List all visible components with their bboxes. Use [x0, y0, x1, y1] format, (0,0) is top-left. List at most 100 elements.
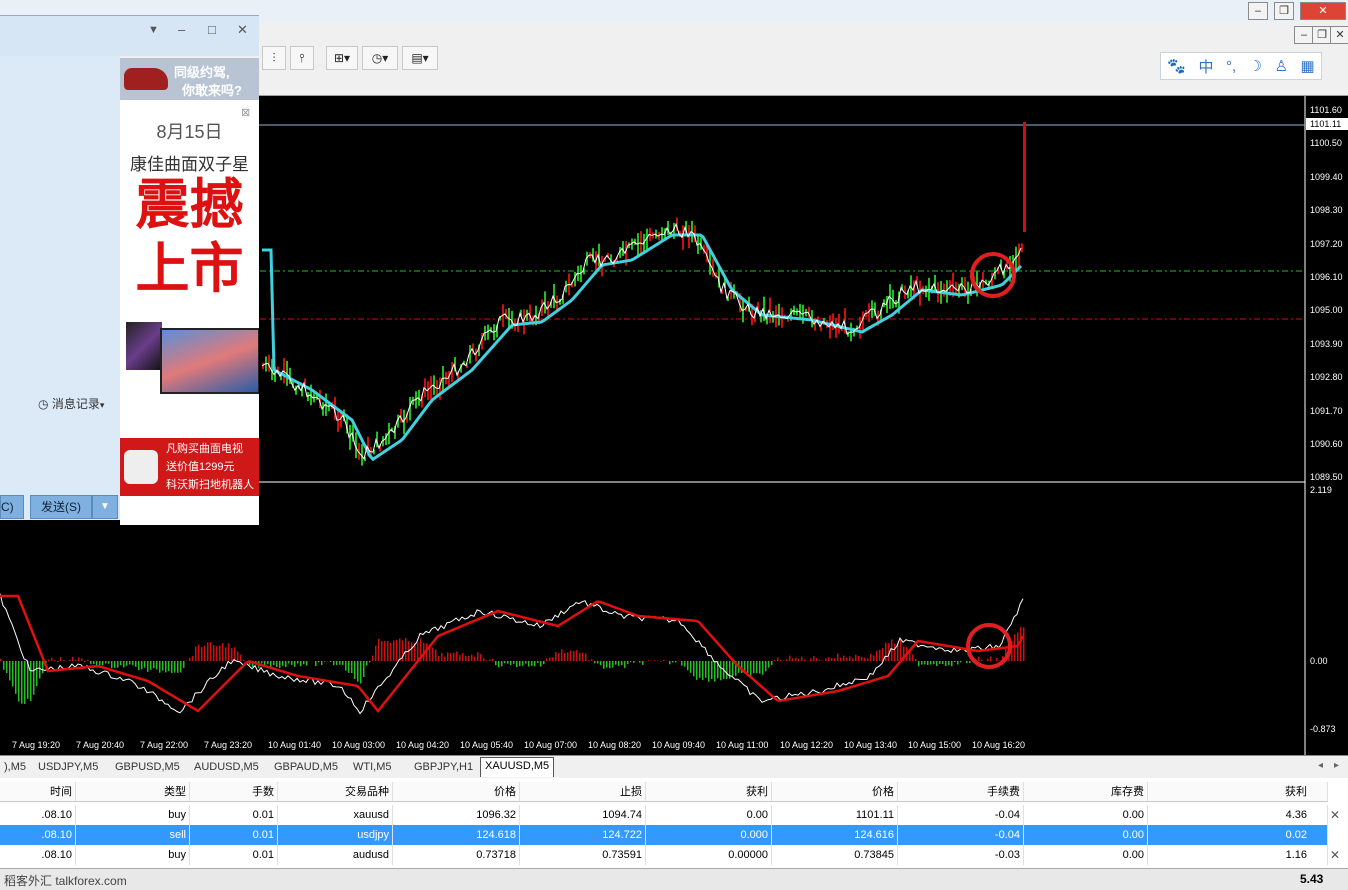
histogram-bar — [711, 661, 713, 679]
paw-icon[interactable]: 🐾 — [1167, 57, 1186, 75]
price-tick-label: 1099.40 — [1310, 172, 1343, 182]
chart-tab[interactable]: GBPUSD,M5 — [111, 759, 184, 775]
table-cell: .08.10 16:17:15 — [0, 805, 76, 825]
advertisement-panel[interactable]: 同级约驾, 你敢来吗? ⊠ 8月15日 康佳曲面双子星 震撼 上市 凡购买曲面电… — [120, 58, 259, 525]
histogram-bar — [6, 661, 8, 673]
histogram-bar — [162, 661, 164, 671]
table-cell: 4.36 — [1148, 805, 1328, 825]
chart-tab[interactable]: AUDUSD,M5 — [190, 759, 263, 775]
histogram-bar — [801, 657, 803, 661]
time-tick-label: 10 Aug 08:20 — [588, 740, 641, 750]
histogram-bar — [870, 654, 872, 661]
chart-bar-icon[interactable]: ⫶ — [262, 46, 286, 70]
histogram-bar — [543, 661, 545, 664]
send-options-button[interactable]: ▼ — [92, 495, 118, 519]
histogram-bar — [288, 661, 290, 664]
histogram-bar — [432, 648, 434, 661]
close-order-icon[interactable]: ✕ — [1330, 848, 1340, 862]
histogram-bar — [996, 658, 998, 661]
table-cell: .08.10 16:58:35 — [0, 845, 76, 865]
chart-close-icon[interactable]: ✕ — [1330, 26, 1348, 44]
table-row[interactable]: .08.10 16:57:59sell0.01usdjpy124.618124.… — [0, 825, 1348, 845]
message-history-link[interactable]: ◷ 消息记录▾ — [38, 395, 104, 412]
chart-tab[interactable]: WTI,M5 — [349, 759, 396, 775]
user-icon[interactable]: ♙ — [1275, 57, 1288, 75]
add-indicator-icon[interactable]: ⊞▾ — [326, 46, 358, 70]
histogram-bar — [519, 661, 521, 666]
table-cell: 1.16 — [1148, 845, 1328, 865]
chevron-down-icon[interactable]: ▼ — [148, 24, 159, 36]
histogram-bar — [732, 661, 734, 676]
histogram-bar — [492, 659, 494, 661]
histogram-bar — [135, 661, 137, 667]
template-icon[interactable]: ▤▾ — [402, 46, 438, 70]
car-ad-banner[interactable]: 同级约驾, 你敢来吗? — [120, 58, 259, 100]
chart-tab[interactable]: XAUUSD,M5 — [480, 757, 554, 777]
histogram-bar — [102, 661, 104, 665]
histogram-bar — [852, 658, 854, 661]
close-icon[interactable]: ✕ — [237, 22, 248, 38]
minimize-icon[interactable]: – — [178, 22, 185, 37]
chart-tab[interactable]: GBPJPY,H1 — [410, 759, 477, 775]
period-clock-icon[interactable]: ◷▾ — [362, 46, 398, 70]
moon-icon[interactable]: ☽ — [1249, 57, 1262, 75]
close-chat-button[interactable]: C) — [0, 495, 24, 519]
tab-scroll-left-icon[interactable]: ◂ — [1318, 760, 1323, 771]
histogram-bar — [597, 661, 599, 664]
histogram-bar — [243, 660, 245, 661]
grid-icon[interactable]: ▦ — [1301, 57, 1315, 75]
histogram-bar — [1023, 627, 1025, 661]
send-button[interactable]: 发送(S) — [30, 495, 92, 519]
histogram-bar — [939, 661, 941, 664]
tab-scroll-right-icon[interactable]: ▸ — [1334, 760, 1339, 771]
minimize-icon[interactable]: ‒ — [1248, 2, 1268, 20]
histogram-bar — [147, 661, 149, 672]
column-header: 价格 — [393, 782, 520, 802]
histogram-bar — [213, 645, 215, 661]
ime-punct-toggle[interactable]: °, — [1226, 58, 1236, 75]
histogram-bar — [318, 661, 320, 662]
time-tick-label: 10 Aug 12:20 — [780, 740, 833, 750]
histogram-bar — [945, 661, 947, 666]
histogram-bar — [921, 661, 923, 665]
histogram-bar — [705, 661, 707, 678]
column-header: 库存费 — [1024, 782, 1148, 802]
histogram-bar — [564, 653, 566, 661]
histogram-bar — [18, 661, 20, 702]
restore-icon[interactable]: ❐ — [1274, 2, 1294, 20]
table-row[interactable]: .08.10 16:58:35buy0.01audusd0.737180.735… — [0, 845, 1348, 865]
histogram-bar — [225, 647, 227, 661]
close-order-icon[interactable]: ✕ — [1330, 828, 1340, 842]
price-tick-label: 1100.50 — [1310, 138, 1342, 148]
histogram-bar — [231, 648, 233, 661]
column-header: 时间 — [0, 782, 76, 802]
histogram-bar — [345, 661, 347, 671]
histogram-bar — [156, 661, 158, 669]
ime-chinese-toggle[interactable]: 中 — [1198, 56, 1213, 77]
histogram-bar — [753, 661, 755, 673]
histogram-bar — [948, 661, 950, 665]
price-tick-label: 1096.10 — [1310, 272, 1343, 282]
table-row[interactable]: .08.10 16:17:15buy0.01xauusd1096.321094.… — [0, 805, 1348, 825]
histogram-bar — [411, 642, 413, 661]
histogram-bar — [465, 656, 467, 661]
histogram-bar — [144, 661, 146, 668]
histogram-bar — [912, 654, 914, 661]
table-cell: 124.722 — [520, 825, 646, 845]
crosshair-icon[interactable]: ⫯ — [290, 46, 314, 70]
chart-restore-icon[interactable]: ❐ — [1312, 26, 1332, 44]
chart-tab[interactable]: GBPAUD,M5 — [270, 759, 342, 775]
indicator-zero-label: 0.00 — [1310, 656, 1328, 666]
time-tick-label: 7 Aug 22:00 — [140, 740, 188, 750]
close-order-icon[interactable]: ✕ — [1330, 808, 1340, 822]
chart-minimize-icon[interactable]: ‒ — [1294, 26, 1314, 44]
maximize-icon[interactable]: □ — [208, 22, 216, 37]
chart-tab[interactable]: ),M5 — [0, 759, 30, 775]
histogram-bar — [864, 658, 866, 661]
close-icon[interactable]: ✕ — [1300, 2, 1346, 20]
time-tick-label: 10 Aug 15:00 — [908, 740, 961, 750]
ime-toolbar[interactable]: 🐾 中 °, ☽ ♙ ▦ — [1160, 52, 1322, 80]
time-tick-label: 10 Aug 13:40 — [844, 740, 897, 750]
promo-banner[interactable]: 凡购买曲面电视 送价值1299元 科沃斯扫地机器人 — [120, 438, 259, 496]
chart-tab[interactable]: USDJPY,M5 — [34, 759, 102, 775]
